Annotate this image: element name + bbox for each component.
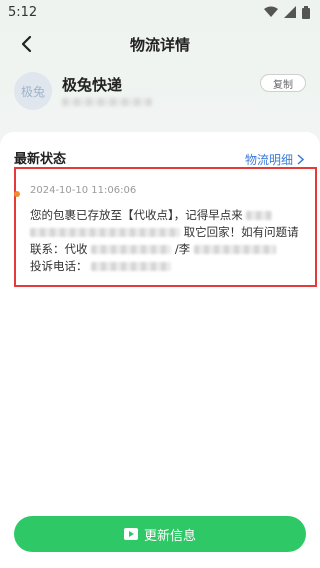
status-message: 您的包裹已存放至【代收点】，记得早点来 取它回家！如有问题请 联系：代收 /李 … [30, 207, 305, 275]
nav-bar: 物流详情 [0, 26, 320, 62]
battery-icon [302, 5, 310, 19]
redacted-text [193, 245, 276, 254]
timeline-dot [14, 191, 20, 197]
redacted-phone [91, 262, 172, 271]
message-line-1: 您的包裹已存放至【代收点】，记得早点来 [30, 207, 305, 224]
courier-name: 极兔快递 [62, 76, 123, 94]
play-icon [123, 528, 138, 540]
page-title: 物流详情 [129, 35, 190, 54]
status-bar: 5:12 [0, 0, 320, 24]
redacted-text [30, 228, 180, 237]
courier-info: 极兔 极兔快递 复制 [14, 70, 306, 118]
redacted-text [246, 211, 273, 220]
signal-icon [284, 6, 296, 18]
chevron-right-icon [297, 154, 304, 165]
status-time: 5:12 [8, 4, 38, 20]
message-line-2: 取它回家！如有问题请 [30, 224, 305, 241]
logistics-detail-link[interactable]: 物流明细 [245, 151, 304, 168]
courier-logo: 极兔 [14, 72, 52, 110]
logistics-detail-label: 物流明细 [244, 153, 293, 167]
latest-status-title: 最新状态 [14, 152, 67, 167]
status-timestamp: 2024-10-10 11:06:06 [30, 185, 137, 196]
message-line-3: 联系：代收 /李 [30, 241, 305, 258]
wifi-icon [264, 6, 278, 17]
copy-button[interactable]: 复制 [260, 74, 306, 92]
latest-status-highlight: 2024-10-10 11:06:06 您的包裹已存放至【代收点】，记得早点来 … [14, 167, 317, 287]
back-button[interactable] [12, 30, 40, 58]
tracking-number-redacted [62, 98, 152, 106]
redacted-text [91, 245, 172, 254]
refresh-info-button[interactable]: 更新信息 [14, 516, 306, 552]
refresh-info-label: 更新信息 [143, 528, 196, 544]
message-line-4: 投诉电话： [30, 258, 305, 275]
chevron-left-icon [21, 35, 32, 53]
status-icons [264, 5, 310, 19]
status-card: 最新状态 物流明细 2024-10-10 11:06:06 您的包裹已存放至【代… [0, 132, 320, 568]
